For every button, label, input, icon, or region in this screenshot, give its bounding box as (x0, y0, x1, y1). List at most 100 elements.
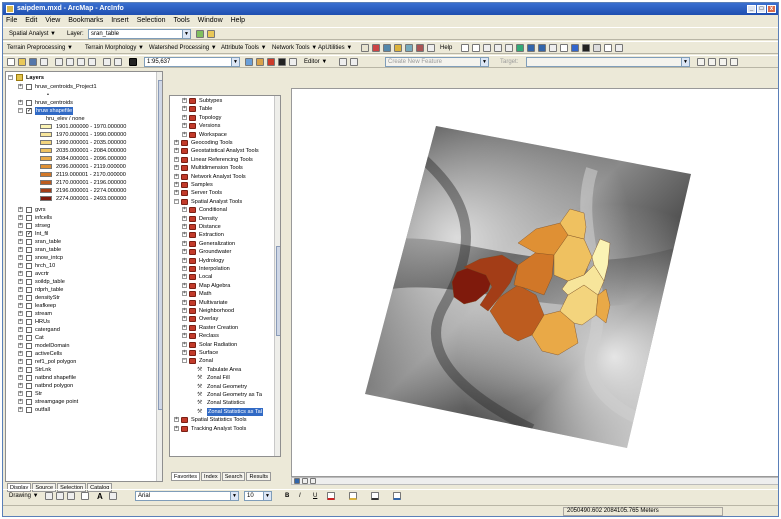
arctoolbox-item[interactable]: + Surface (182, 349, 270, 357)
layer-checkbox[interactable] (26, 319, 32, 325)
arctoolbox-item[interactable]: − Spatial Analyst Tools (174, 198, 270, 206)
toc-layer[interactable]: + hrch_10 (18, 262, 148, 270)
layer-checkbox[interactable] (26, 311, 32, 317)
expand-icon[interactable]: + (174, 425, 179, 431)
toc-layer[interactable]: + Str (18, 390, 148, 398)
arctoolbox-item[interactable]: + Hydrology (182, 257, 270, 265)
toc-layer[interactable]: + ref1_pol polygon (18, 358, 148, 366)
copy-icon[interactable] (66, 58, 74, 66)
menu-file[interactable]: File (6, 17, 17, 24)
arctoolbox-item[interactable]: + Conditional (182, 206, 270, 214)
layer-checkbox[interactable] (26, 407, 32, 413)
menu-selection[interactable]: Selection (137, 17, 166, 24)
chevron-down-icon[interactable]: ▼ (480, 58, 488, 66)
expand-icon[interactable]: + (18, 359, 23, 364)
text-tool[interactable]: A (97, 492, 103, 501)
toc-entry[interactable]: + hruw_centroids (18, 99, 148, 107)
layer-checkbox[interactable] (26, 223, 32, 229)
task-select[interactable]: Create New Feature ▼ (385, 57, 489, 67)
whats-this-icon[interactable] (289, 58, 297, 66)
data-view-icon[interactable] (294, 478, 300, 484)
watershed-processing-menu[interactable]: Watershed Processing ▼ (149, 44, 217, 53)
arctoolbox-item[interactable]: + Overlay (182, 315, 270, 323)
expand-icon[interactable]: + (182, 316, 187, 322)
tab-index[interactable]: Index (201, 472, 221, 481)
expand-icon[interactable]: + (182, 131, 187, 137)
expand-icon[interactable]: + (182, 240, 187, 246)
edit-tool-icon[interactable] (339, 58, 347, 66)
toc-layer[interactable]: + catergand (18, 326, 148, 334)
arctoolbox-item[interactable]: + Geocoding Tools (174, 139, 270, 147)
toc-layer[interactable]: + StrLnk (18, 366, 148, 374)
arctoolbox-item[interactable]: + Reclass (182, 332, 270, 340)
open-icon[interactable] (18, 58, 26, 66)
expand-icon[interactable]: + (18, 223, 23, 228)
layer-checkbox[interactable]: ✓ (26, 108, 32, 114)
select-elements-arrow-icon[interactable] (45, 492, 53, 500)
maximize-button[interactable]: □ (757, 5, 766, 13)
expand-icon[interactable]: + (182, 324, 187, 330)
attribute-tools-menu[interactable]: Attribute Tools ▼ (221, 44, 267, 53)
trace-icon[interactable] (416, 44, 424, 52)
expand-icon[interactable]: + (182, 232, 187, 238)
expand-icon[interactable]: + (182, 123, 187, 129)
flow-direction-icon[interactable] (361, 44, 369, 52)
expand-icon[interactable]: + (182, 215, 187, 221)
point-delineation-icon[interactable] (372, 44, 380, 52)
expand-icon[interactable]: + (18, 303, 23, 308)
arctoolbox-item[interactable]: + Multidimension Tools (174, 164, 270, 172)
font-select[interactable]: Arial ▼ (135, 491, 239, 501)
redo-icon[interactable] (114, 58, 122, 66)
fixed-zoom-out-icon[interactable] (494, 44, 502, 52)
target-select[interactable]: ▼ (526, 57, 690, 67)
expand-icon[interactable]: + (18, 375, 23, 380)
terrain-preprocessing-menu[interactable]: Terrain Preprocessing ▼ (7, 44, 73, 53)
expand-icon[interactable]: + (182, 282, 187, 288)
arctoolbox-item[interactable]: + Density (182, 215, 270, 223)
undo-icon[interactable] (103, 58, 111, 66)
toc-layer[interactable]: + stream (18, 310, 148, 318)
add-data-icon[interactable] (129, 58, 137, 66)
expand-icon[interactable]: + (18, 287, 23, 292)
expand-icon[interactable]: + (174, 190, 179, 196)
expand-icon[interactable]: + (182, 333, 187, 339)
menu-tools[interactable]: Tools (173, 17, 189, 24)
rotate-tool-icon[interactable] (708, 58, 716, 66)
flow-path-icon[interactable] (383, 44, 391, 52)
expand-icon[interactable]: + (182, 350, 187, 355)
close-button[interactable]: x (767, 5, 776, 13)
arctoolbox-icon[interactable] (267, 58, 275, 66)
map-view[interactable] (291, 88, 778, 477)
expand-icon[interactable]: + (18, 391, 23, 396)
toc-layer[interactable]: + streamgage point (18, 398, 148, 406)
layer-checkbox[interactable] (26, 335, 32, 341)
toc-layer[interactable]: + modelDomain (18, 342, 148, 350)
layer-checkbox[interactable] (26, 295, 32, 301)
globe-icon[interactable] (405, 44, 413, 52)
expand-icon[interactable]: + (182, 98, 187, 103)
arctoolbox-item[interactable]: + Versions (182, 122, 270, 130)
chevron-down-icon[interactable]: ▼ (231, 58, 239, 66)
menu-help[interactable]: Help (231, 17, 245, 24)
toc-layer[interactable]: + HRUs (18, 318, 148, 326)
layer-checkbox[interactable] (26, 327, 32, 333)
rotate-icon[interactable] (56, 492, 64, 500)
expand-icon[interactable]: + (18, 311, 23, 316)
attributes-icon[interactable] (719, 58, 727, 66)
underline-button[interactable]: U (313, 492, 317, 501)
find-icon[interactable] (582, 44, 590, 52)
toc-scrollbar[interactable] (156, 72, 162, 481)
toc-layer[interactable]: + gvrs (18, 206, 148, 214)
toc-layer[interactable]: + strseg (18, 222, 148, 230)
menu-view[interactable]: View (45, 17, 60, 24)
layer-checkbox[interactable] (26, 255, 32, 261)
layer-checkbox[interactable] (26, 359, 32, 365)
layer-checkbox[interactable] (26, 263, 32, 269)
arctoolbox-item[interactable]: ⚒ Zonal Statistics as Tal (190, 407, 270, 416)
layout-view-icon[interactable] (302, 478, 308, 484)
menu-bookmarks[interactable]: Bookmarks (68, 17, 103, 24)
layer-checkbox[interactable] (26, 279, 32, 285)
toc-layer[interactable]: + avcrtr (18, 270, 148, 278)
tab-results[interactable]: Results (246, 472, 272, 481)
arctoolbox-item[interactable]: + Linear Referencing Tools (174, 156, 270, 164)
